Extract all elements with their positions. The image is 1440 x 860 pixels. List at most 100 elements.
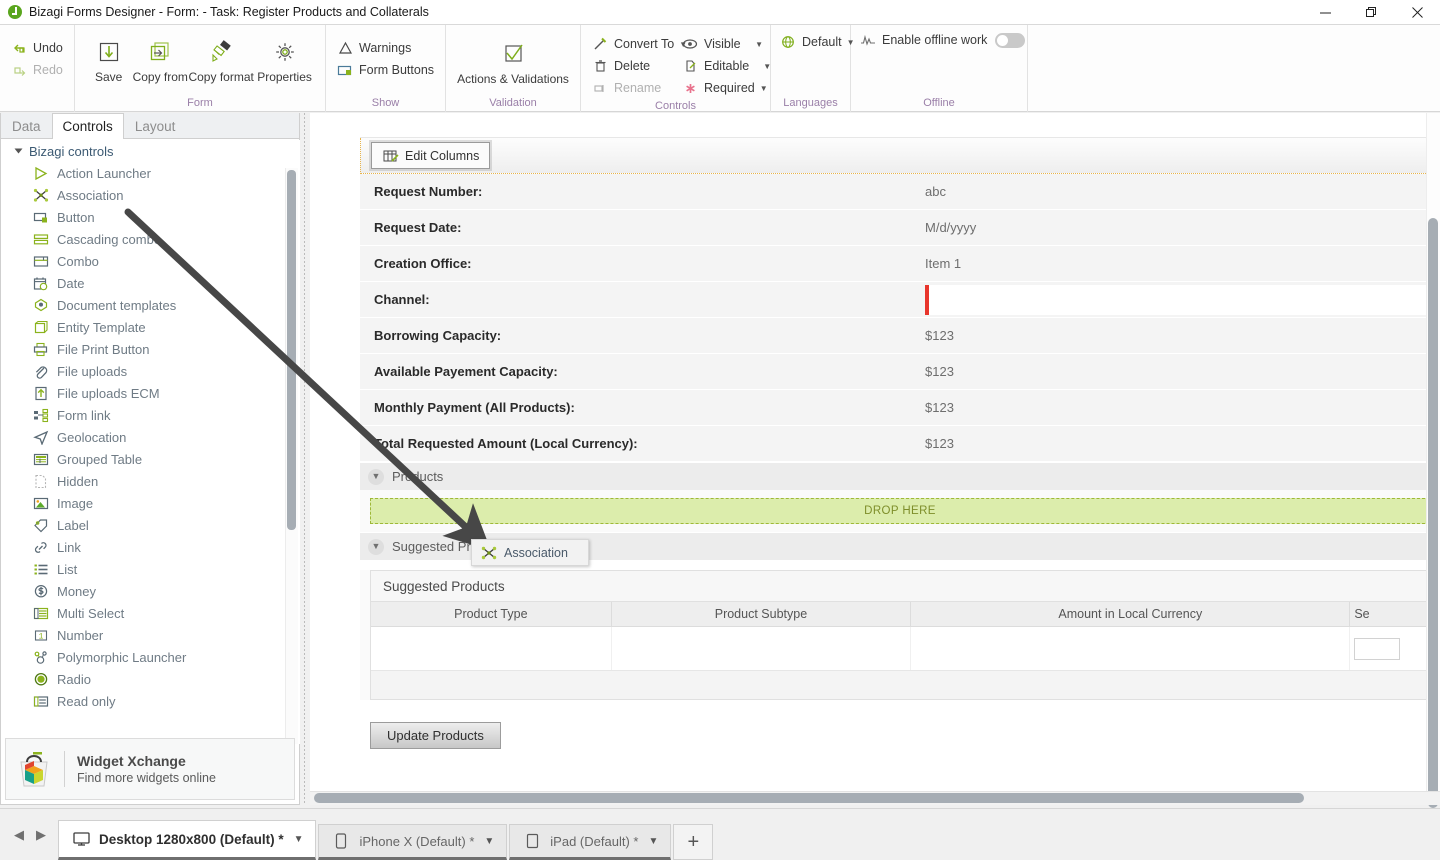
close-button[interactable] bbox=[1394, 0, 1440, 24]
table-cell-product-subtype[interactable] bbox=[612, 627, 912, 670]
chevron-down-icon[interactable]: ▼ bbox=[749, 62, 771, 71]
device-tab-ipad[interactable]: iPad (Default) * ▼ bbox=[509, 824, 672, 860]
control-item-combo[interactable]: Combo bbox=[2, 250, 300, 272]
maximize-button[interactable] bbox=[1348, 0, 1394, 24]
table-cell-selected[interactable] bbox=[1350, 627, 1429, 670]
control-item-link[interactable]: Link bbox=[2, 536, 300, 558]
expand-triangle-icon[interactable] bbox=[14, 148, 23, 154]
canvas-vscrollbar-thumb[interactable] bbox=[1428, 218, 1438, 808]
table-cell-product-type[interactable] bbox=[371, 627, 612, 670]
table-cell-amount[interactable] bbox=[911, 627, 1351, 670]
control-item-date[interactable]: Date bbox=[2, 272, 300, 294]
selected-checkbox-placeholder[interactable] bbox=[1354, 637, 1401, 660]
form-buttons-button[interactable]: Form Buttons bbox=[332, 59, 440, 81]
control-item-image[interactable]: Image bbox=[2, 492, 300, 514]
control-item-read-only[interactable]: Read only bbox=[2, 690, 300, 712]
device-prev-button[interactable]: ◀ bbox=[8, 824, 30, 846]
undo-button[interactable]: Undo bbox=[6, 37, 69, 59]
properties-button[interactable]: Properties bbox=[254, 29, 315, 84]
form-row[interactable]: Available Payement Capacity: $123 bbox=[360, 354, 1440, 390]
add-device-tab-button[interactable]: + bbox=[673, 824, 714, 860]
form-row[interactable]: Channel: bbox=[360, 282, 1440, 318]
control-item-form-link[interactable]: Form link bbox=[2, 404, 300, 426]
save-button[interactable]: Save bbox=[85, 29, 132, 84]
control-item-radio[interactable]: Radio bbox=[2, 668, 300, 690]
control-item-cascading-combo[interactable]: Cascading combo bbox=[2, 228, 300, 250]
control-item-association[interactable]: Association bbox=[2, 184, 300, 206]
visible-button[interactable]: Visible ▼ bbox=[677, 33, 769, 55]
column-header-selected[interactable]: Se bbox=[1350, 602, 1429, 626]
rename-button[interactable]: Rename bbox=[587, 77, 673, 99]
control-item-list[interactable]: List bbox=[2, 558, 300, 580]
form-row[interactable]: Monthly Payment (All Products): $123 bbox=[360, 390, 1440, 426]
chevron-down-icon[interactable]: ▼ bbox=[368, 468, 384, 485]
chevron-down-icon[interactable]: ▼ bbox=[741, 40, 763, 49]
device-tab-ipad-label: iPad (Default) * bbox=[550, 833, 639, 849]
tab-layout[interactable]: Layout bbox=[124, 113, 187, 138]
convert-to-button[interactable]: Convert To ▼ bbox=[587, 33, 687, 55]
control-item-entity-template[interactable]: Entity Template bbox=[2, 316, 300, 338]
control-item-label[interactable]: Label bbox=[2, 514, 300, 536]
ribbon-group-form-title: Form bbox=[187, 97, 213, 109]
section-header-products[interactable]: ▼ Products bbox=[360, 462, 1440, 490]
control-item-document-templates[interactable]: Document templates bbox=[2, 294, 300, 316]
control-item-multi-select[interactable]: Multi Select bbox=[2, 602, 300, 624]
control-item-grouped-table[interactable]: Grouped Table bbox=[2, 448, 300, 470]
form-row[interactable]: Request Number: abc bbox=[360, 174, 1440, 210]
required-button[interactable]: Required ▼ bbox=[677, 77, 769, 99]
update-products-label: Update Products bbox=[387, 728, 484, 743]
enable-offline-work-toggle[interactable]: Enable offline work bbox=[857, 29, 1031, 51]
form-row[interactable]: Total Requested Amount (Local Currency):… bbox=[360, 426, 1440, 462]
copy-format-button[interactable]: Copy format bbox=[188, 29, 254, 84]
canvas-hscrollbar-thumb[interactable] bbox=[314, 793, 1304, 803]
chevron-down-icon[interactable]: ▼ bbox=[760, 84, 768, 93]
actions-validations-button[interactable]: Actions & Validations bbox=[452, 31, 574, 86]
device-next-button[interactable]: ▶ bbox=[30, 824, 52, 846]
controls-scrollbar-thumb[interactable] bbox=[287, 170, 296, 530]
control-item-polymorphic-launcher[interactable]: Polymorphic Launcher bbox=[2, 646, 300, 668]
offline-toggle-switch[interactable] bbox=[995, 32, 1026, 48]
channel-required-input[interactable] bbox=[925, 284, 1439, 315]
panel-splitter[interactable] bbox=[300, 113, 310, 805]
printer-icon bbox=[32, 341, 50, 357]
editable-button[interactable]: Editable ▼ bbox=[677, 55, 771, 77]
tab-data[interactable]: Data bbox=[1, 113, 52, 138]
column-header-amount-local-currency[interactable]: Amount in Local Currency bbox=[911, 602, 1351, 626]
update-products-button[interactable]: Update Products bbox=[370, 722, 501, 749]
chevron-down-icon[interactable]: ▼ bbox=[648, 836, 658, 847]
minimize-button[interactable] bbox=[1302, 0, 1348, 24]
device-tab-iphone[interactable]: iPhone X (Default) * ▼ bbox=[318, 824, 508, 860]
tree-root-bizagi-controls[interactable]: Bizagi controls bbox=[2, 140, 300, 162]
chevron-down-icon[interactable]: ▼ bbox=[368, 538, 384, 555]
control-item-geolocation[interactable]: Geolocation bbox=[2, 426, 300, 448]
warnings-button[interactable]: Warnings bbox=[332, 37, 440, 59]
control-item-number[interactable]: 1 Number bbox=[2, 624, 300, 646]
ribbon-group-history-title bbox=[0, 96, 74, 112]
form-row[interactable]: Request Date: M/d/yyyy bbox=[360, 210, 1440, 246]
copy-from-button[interactable]: Copy from bbox=[132, 29, 188, 84]
delete-button[interactable]: Delete bbox=[587, 55, 673, 77]
control-item-money[interactable]: Money bbox=[2, 580, 300, 602]
redo-button[interactable]: Redo bbox=[6, 59, 69, 81]
default-language-button[interactable]: Default ▼ bbox=[777, 31, 861, 53]
upload-arrow-icon bbox=[32, 385, 50, 401]
tab-controls[interactable]: Controls bbox=[51, 113, 124, 139]
edit-columns-button[interactable]: Edit Columns bbox=[371, 142, 491, 169]
device-tab-desktop[interactable]: Desktop 1280x800 (Default) * ▼ bbox=[58, 820, 317, 860]
column-header-product-subtype[interactable]: Product Subtype bbox=[612, 602, 912, 626]
control-item-file-uploads-ecm[interactable]: File uploads ECM bbox=[2, 382, 300, 404]
drop-here-zone[interactable]: DROP HERE bbox=[370, 498, 1430, 524]
control-item-file-uploads[interactable]: File uploads bbox=[2, 360, 300, 382]
form-row[interactable]: Creation Office: Item 1 bbox=[360, 246, 1440, 282]
control-item-file-print-button[interactable]: File Print Button bbox=[2, 338, 300, 360]
control-item-hidden[interactable]: Hidden bbox=[2, 470, 300, 492]
column-header-product-type[interactable]: Product Type bbox=[371, 602, 612, 626]
chevron-down-icon[interactable]: ▼ bbox=[294, 834, 304, 845]
geolocation-icon bbox=[32, 429, 50, 445]
rename-icon bbox=[591, 80, 609, 96]
chevron-down-icon[interactable]: ▼ bbox=[484, 836, 494, 847]
control-item-button[interactable]: Button bbox=[2, 206, 300, 228]
control-item-action-launcher[interactable]: Action Launcher bbox=[2, 162, 300, 184]
widget-xchange-banner[interactable]: Widget Xchange Find more widgets online bbox=[5, 738, 295, 800]
form-row[interactable]: Borrowing Capacity: $123 bbox=[360, 318, 1440, 354]
